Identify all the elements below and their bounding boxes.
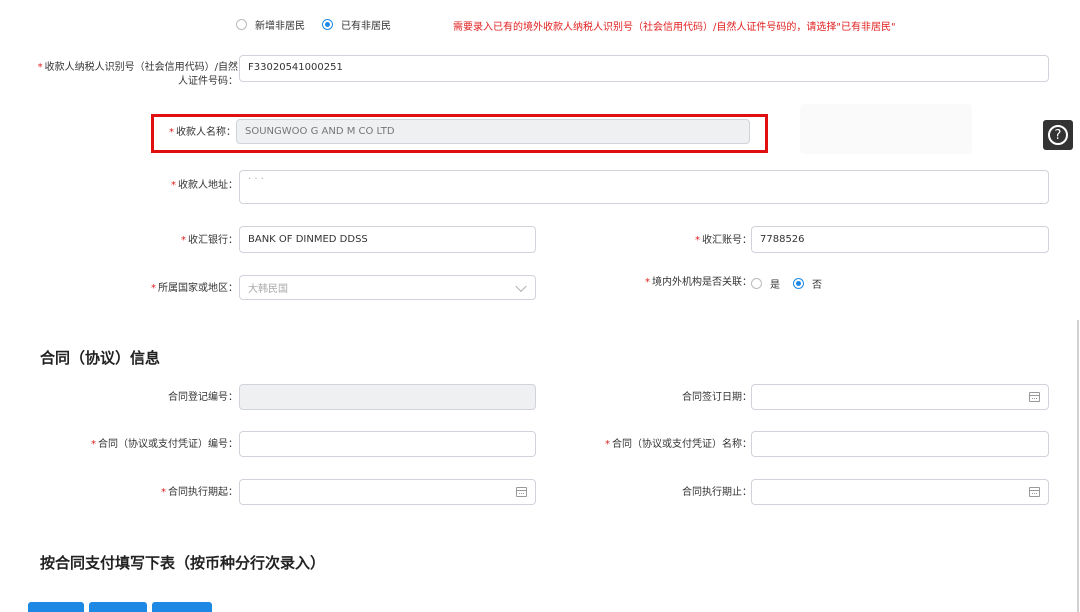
payee-name-input[interactable]: SOUNGWOO G AND M CO LTD <box>236 119 750 144</box>
contract-end-label: 合同执行期止： <box>682 487 752 498</box>
contract-start-input[interactable] <box>239 479 536 505</box>
toolbar-button-2[interactable] <box>89 602 147 612</box>
account-input[interactable]: 7788526 <box>751 226 1049 253</box>
radio-new-dot[interactable] <box>236 19 247 30</box>
radio-new-label: 新增非居民 <box>255 21 305 32</box>
related-label: * 境内外机构是否关联： <box>645 277 752 288</box>
contract-regno-input <box>239 384 536 410</box>
payment-section-title: 按合同支付填写下表（按币种分行次录入） <box>40 554 326 572</box>
country-select[interactable]: 大韩民国 <box>239 275 536 300</box>
country-select-value: 大韩民国 <box>248 284 288 295</box>
contract-name-input[interactable] <box>751 431 1049 457</box>
resident-notice: 需要录入已有的境外收款人纳税人识别号（社会信用代码）/自然人证件号码的，请选择"… <box>453 22 896 33</box>
contract-end-input[interactable] <box>751 479 1049 505</box>
taxid-label-line1: 收款人纳税人识别号（社会信用代码）/自然 <box>44 62 238 73</box>
toolbar-button-3[interactable] <box>152 602 212 612</box>
radio-existing-nonresident[interactable]: 已有非居民 <box>322 17 391 32</box>
address-label: * 收款人地址： <box>171 180 238 191</box>
country-label: * 所属国家或地区： <box>151 283 238 294</box>
bank-input[interactable]: BANK OF DINMED DDSS <box>239 226 536 253</box>
radio-related-no[interactable]: 否 <box>793 276 822 291</box>
taxid-label: * 收款人纳税人识别号（社会信用代码）/自然 人证件号码： <box>30 61 238 89</box>
required-mark: * <box>37 62 43 73</box>
calendar-icon[interactable] <box>516 487 527 497</box>
contract-signdate-input[interactable] <box>751 384 1049 410</box>
taxid-label-line2: 人证件号码： <box>178 76 238 87</box>
radio-existing-label: 已有非居民 <box>341 21 391 32</box>
calendar-icon[interactable] <box>1029 487 1040 497</box>
contract-regno-label: 合同登记编号： <box>168 392 238 403</box>
address-input[interactable]: · · · <box>239 170 1049 204</box>
radio-yes-dot[interactable] <box>751 278 762 289</box>
scrollbar[interactable] <box>1077 320 1079 612</box>
contract-name-label: * 合同（协议或支付凭证）名称： <box>605 439 752 450</box>
radio-existing-dot[interactable] <box>322 19 333 30</box>
radio-yes-label: 是 <box>770 280 780 291</box>
question-icon: ? <box>1048 125 1068 145</box>
contract-no-label: * 合同（协议或支付凭证）编号： <box>91 439 238 450</box>
faded-tooltip <box>800 104 972 154</box>
radio-related-yes[interactable]: 是 <box>751 276 780 291</box>
radio-new-nonresident[interactable]: 新增非居民 <box>236 17 305 32</box>
contract-start-label: * 合同执行期起： <box>161 487 238 498</box>
taxid-input[interactable]: F33020541000251 <box>239 55 1049 82</box>
contract-signdate-label: 合同签订日期： <box>682 392 752 403</box>
account-label: * 收汇账号： <box>695 235 752 246</box>
contract-no-input[interactable] <box>239 431 536 457</box>
calendar-icon[interactable] <box>1029 392 1040 402</box>
radio-no-dot[interactable] <box>793 278 804 289</box>
bank-label: * 收汇银行： <box>181 235 238 246</box>
help-button[interactable]: ? <box>1043 120 1073 150</box>
radio-no-label: 否 <box>812 280 822 291</box>
toolbar-button-1[interactable] <box>28 602 84 612</box>
name-label: * 收款人名称： <box>169 127 236 138</box>
chevron-down-icon <box>515 280 527 292</box>
contract-section-title: 合同（协议）信息 <box>40 349 161 367</box>
